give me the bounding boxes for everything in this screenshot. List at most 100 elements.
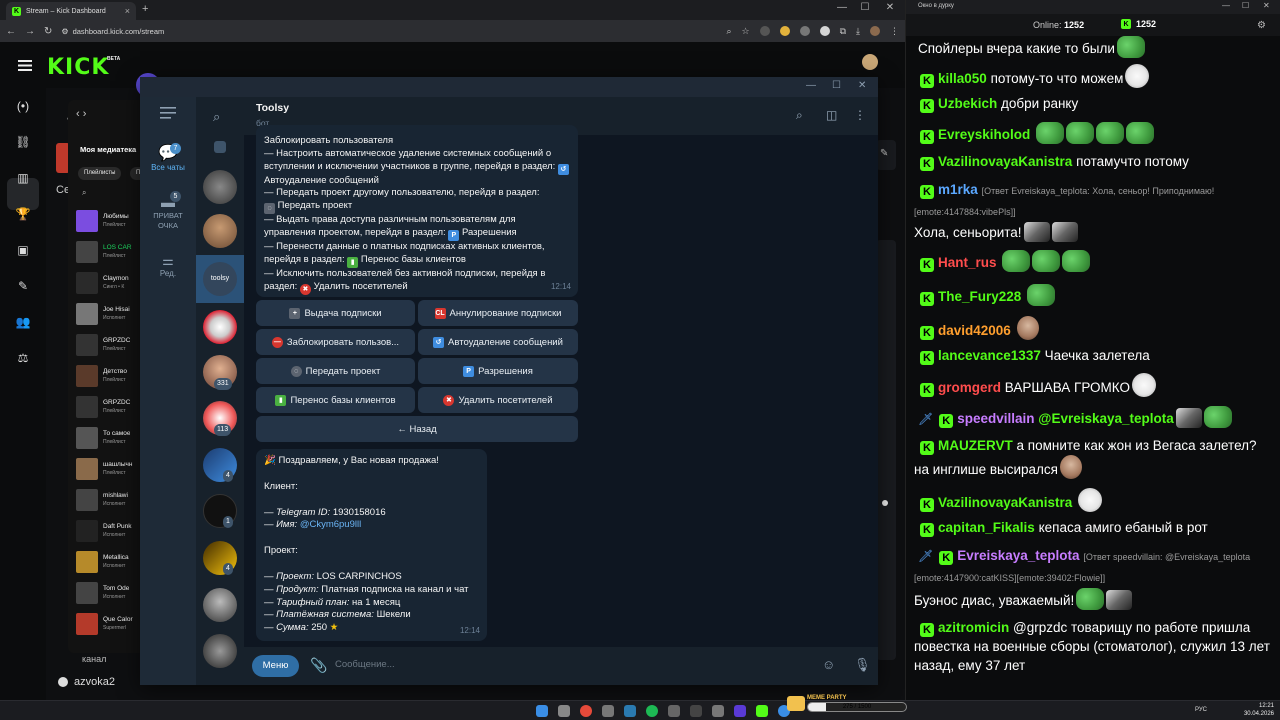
username-link[interactable]: @Ckym6pu9lll [300,519,361,530]
close-icon[interactable]: ✕ [880,2,900,13]
app-icon[interactable] [734,705,746,717]
extension-icon[interactable] [819,26,830,36]
browser-menu-icon[interactable]: ⋮ [890,26,899,37]
folder-all-chats[interactable]: 💬 Все чаты 7 [140,143,196,185]
chat-username[interactable]: Hant_rus [938,255,997,270]
chat-close-icon[interactable]: ✕ [1263,1,1270,10]
chat-avatar[interactable] [203,170,237,204]
obs-icon[interactable] [690,705,702,717]
archive-icon[interactable] [214,141,226,153]
chat-username[interactable]: MAUZERVT [938,438,1013,453]
new-tab-button[interactable]: + [142,3,148,15]
btn-auto-delete[interactable]: ↺ Автоудаление сообщений [418,329,578,355]
minimize-icon[interactable]: — [832,2,852,13]
chat-maximize-icon[interactable]: ☐ [1242,1,1249,10]
chat-username[interactable]: gromgerd [938,380,1001,395]
back-icon[interactable]: ← [6,26,16,37]
btn-block-user[interactable]: — Заблокировать пользов... [256,329,415,355]
chat-avatar[interactable] [203,310,237,344]
sidebar-toggle-icon[interactable]: ◫ [826,108,837,122]
clock[interactable]: 12:21 30.04.2026 [1244,702,1274,718]
chat-avatar[interactable] [203,214,237,248]
music-back-icon[interactable]: ‹ › [76,108,86,120]
chat-username[interactable]: lancevance1337 [938,348,1041,363]
folder-private[interactable]: ▬ ПРИВАТ ОЧКА 5 [140,191,196,237]
chat-username[interactable]: Evreyskiholod [938,127,1030,142]
chat-username[interactable]: azitromicin [938,620,1009,635]
attach-icon[interactable]: 📎 [310,657,327,674]
chat-username[interactable]: VazilinovayaKanistra [938,495,1072,510]
explorer-icon[interactable] [602,705,614,717]
chat-minimize-icon[interactable]: — [1222,1,1230,10]
bot-menu-button[interactable]: Меню [252,655,299,677]
maximize-icon[interactable]: ☐ [855,2,875,13]
chat-username[interactable]: capitan_Fikalis [938,520,1035,535]
chat-avatar[interactable] [203,588,237,622]
reload-icon[interactable]: ↻ [44,26,52,37]
extension-icon[interactable] [799,26,810,36]
steam-icon[interactable] [624,705,636,717]
tg-minimize-icon[interactable]: — [806,80,816,91]
browser-tab[interactable]: K Stream – Kick Dashboard × [6,2,136,20]
analytics-icon[interactable]: ▥ [15,171,31,185]
chat-username[interactable]: Uzbekich [938,96,997,111]
video-icon[interactable]: ▣ [15,243,31,257]
language-indicator[interactable]: РУС [1195,707,1207,713]
moderation-icon[interactable]: ⚖ [15,351,31,365]
chat-settings-icon[interactable]: ⚙ [1257,20,1266,31]
tg-menu-icon[interactable] [140,107,196,119]
btn-transfer-project[interactable]: ◌ Передать проект [256,358,415,384]
start-icon[interactable] [536,705,548,717]
profile-avatar[interactable] [870,26,880,36]
site-info-icon[interactable]: ⚙ [61,27,68,36]
btn-remove-visitors[interactable]: ✖ Удалить посетителей [418,387,578,413]
more-icon[interactable]: ⋮ [854,108,866,122]
kick-app-icon[interactable] [756,705,768,717]
tg-maximize-icon[interactable]: ☐ [832,80,841,91]
kick-logo[interactable]: KICK [47,55,109,80]
folder-edit[interactable]: ⚌ Ред. [140,253,196,283]
chip-playlists[interactable]: Плейлисты [78,167,122,180]
message-input[interactable]: Сообщение... [335,659,395,670]
chat-item-active[interactable]: toolsy [196,255,244,303]
stream-icon[interactable]: (•) [15,99,31,113]
chrome-icon[interactable] [580,705,592,717]
url-field[interactable]: ⚙ dashboard.kick.com/stream [61,27,164,36]
btn-back[interactable]: ← Назад [256,416,578,442]
music-search-icon[interactable]: ⌕ [82,188,86,198]
download-icon[interactable]: ⤓ [856,26,860,37]
microphone-icon[interactable]: 🎙 [854,657,871,673]
bottom-user[interactable]: azvoka2 [58,676,115,688]
extensions-puzzle-icon[interactable]: ⧉ [840,26,846,37]
chat-username[interactable]: speedvillain [957,411,1034,426]
link-icon[interactable]: ⛓ [15,135,31,149]
btn-transfer-clients[interactable]: ▮ Перенос базы клиентов [256,387,415,413]
app-icon[interactable] [668,705,680,717]
chat-username[interactable]: Evreiskaya_teplota [957,548,1079,563]
spotify-icon[interactable] [646,705,658,717]
users-icon[interactable]: 👥 [15,315,31,329]
search-icon[interactable] [558,705,570,717]
menu-hamburger-icon[interactable] [18,60,32,71]
chat-username[interactable]: VazilinovayaKanistra [938,154,1072,169]
btn-issue-subscription[interactable]: + Выдача подписки [256,300,415,326]
forward-icon[interactable]: → [25,26,35,37]
chat-avatar[interactable] [203,634,237,668]
tools-icon[interactable]: ✎ [15,279,31,293]
chat-username[interactable]: david42006 [938,323,1011,338]
tg-search-icon[interactable]: ⌕ [213,109,220,125]
trophy-icon[interactable]: 🏆 [15,207,31,221]
chat-username[interactable]: m1rka [938,182,978,197]
edit-icon[interactable]: ✎ [880,148,888,159]
user-avatar[interactable] [862,54,878,70]
bookmark-star-icon[interactable]: ☆ [742,26,750,37]
chat-username[interactable]: The_Fury228 [938,289,1021,304]
zoom-icon[interactable]: ⌕ [726,26,731,37]
btn-permissions[interactable]: P Разрешения [418,358,578,384]
emoji-icon[interactable]: ☺ [822,657,835,672]
app-icon[interactable] [712,705,724,717]
btn-cancel-subscription[interactable]: CL Аннулирование подписки [418,300,578,326]
search-icon[interactable]: ⌕ [796,108,803,123]
tab-close-icon[interactable]: × [125,6,130,16]
extension-icon[interactable] [759,26,770,36]
